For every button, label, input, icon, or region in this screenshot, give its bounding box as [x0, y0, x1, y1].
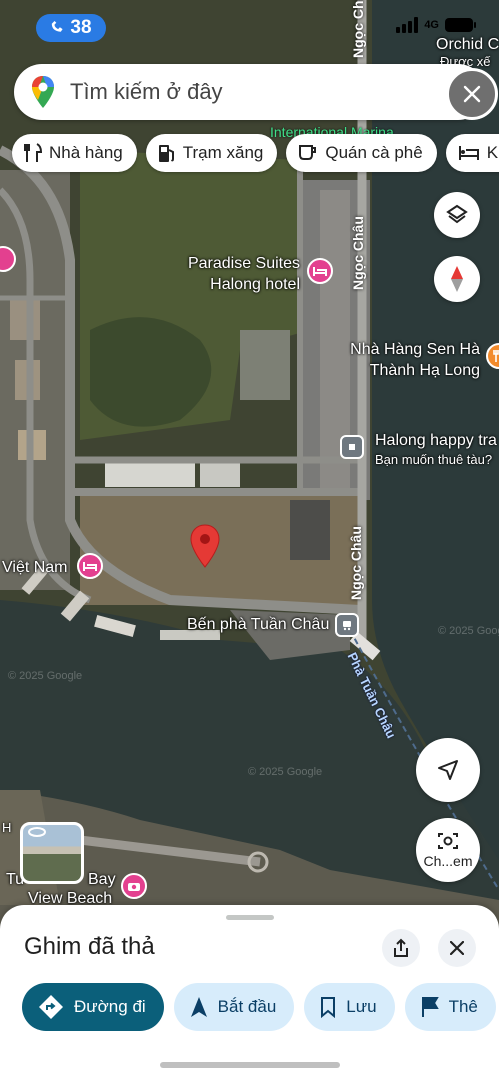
save-button[interactable]: Lưu: [304, 983, 395, 1031]
share-icon: [394, 938, 408, 957]
search-bar[interactable]: Tìm kiếm ở đây: [14, 64, 498, 120]
start-label: Bắt đầu: [217, 997, 277, 1016]
network-type: 4G: [424, 19, 439, 31]
map-label-h: H: [2, 820, 12, 835]
lens-label: Ch...em: [423, 853, 473, 869]
map-label-sen-line1: Nhà Hàng Sen Hà: [350, 341, 480, 358]
layers-button[interactable]: [434, 192, 480, 238]
chip-restaurants[interactable]: Nhà hàng: [12, 134, 137, 172]
directions-button[interactable]: Đường đi: [22, 983, 164, 1031]
home-indicator: [160, 1062, 340, 1068]
map-label-viet-nam: Việt Nam: [2, 559, 68, 576]
my-location-button[interactable]: [416, 738, 480, 802]
camera-poi-icon[interactable]: [121, 873, 147, 899]
search-input[interactable]: Tìm kiếm ở đây: [70, 79, 486, 105]
bottom-sheet[interactable]: Ghim đã thả Đường đi Bắt đầu Lưu Thê: [0, 905, 499, 1080]
compass-icon: [451, 266, 463, 292]
camera-lens-icon: [438, 833, 458, 849]
boat-poi-icon[interactable]: [340, 435, 364, 459]
close-search-button[interactable]: [446, 68, 498, 120]
hotel-poi-vietnam-icon[interactable]: [77, 553, 103, 579]
map-label-orchid: Orchid C: [436, 36, 499, 53]
close-sheet-button[interactable]: [438, 929, 476, 967]
close-icon: [450, 941, 464, 955]
map-label-happy-line2: Bạn muốn thuê tàu?: [375, 452, 493, 467]
directions-icon: [39, 995, 63, 1019]
add-label-button[interactable]: Thê: [404, 983, 496, 1031]
sheet-drag-handle[interactable]: [226, 915, 274, 920]
hotel-poi-icon[interactable]: [307, 258, 333, 284]
chip-label: Trạm xăng: [182, 143, 264, 162]
compass-button[interactable]: [434, 256, 480, 302]
map-label-paradise-line2: Halong hotel: [210, 276, 300, 293]
chip-label: Quán cà phê: [325, 143, 423, 162]
coffee-icon: [299, 145, 317, 160]
map-label-bay: Bay: [88, 871, 116, 888]
add-label-label: Thê: [448, 997, 478, 1016]
road-label-ngoc-chau-bottom: Ngọc Châu: [348, 526, 364, 600]
gas-station-icon: [158, 145, 174, 162]
street-view-thumbnail[interactable]: [20, 822, 84, 884]
google-maps-logo-icon: [30, 75, 56, 109]
dropped-pin-icon[interactable]: [190, 524, 220, 568]
save-label: Lưu: [346, 997, 377, 1016]
map-label-sen-line2: Thành Hạ Long: [369, 362, 480, 379]
chip-gas-stations[interactable]: Trạm xăng: [145, 134, 278, 172]
close-icon: [463, 85, 481, 103]
watermark-3: © 2025 Google: [438, 625, 499, 637]
layers-icon: [446, 204, 468, 224]
road-label-ngoc-chau-mid: Ngọc Châu: [350, 216, 366, 290]
chip-coffee[interactable]: Quán cà phê: [286, 134, 437, 172]
hotel-icon: [458, 146, 479, 160]
map-label-ben-pha: Bến phà Tuần Châu: [187, 616, 330, 633]
bookmark-icon: [321, 997, 336, 1018]
category-chips: Nhà hàng Trạm xăng Quán cà phê Kh: [12, 134, 499, 172]
map-label-happy-line1: Halong happy tra: [375, 432, 497, 449]
call-icon: [52, 21, 64, 32]
sheet-title: Ghim đã thả: [24, 933, 155, 960]
road-label-ngoc-chau-top: Ngọc Châu: [350, 0, 366, 58]
watermark-1: © 2025 Google: [8, 670, 83, 682]
map-label-paradise-line1: Paradise Suites: [187, 255, 300, 272]
chip-label: Kh: [486, 143, 499, 162]
navigation-icon: [190, 997, 207, 1017]
sheet-actions: Đường đi Bắt đầu Lưu Thê: [22, 983, 496, 1031]
chip-hotels[interactable]: Kh: [445, 134, 499, 172]
rotate-360-icon: [28, 827, 46, 837]
restaurant-icon: [24, 143, 42, 162]
flag-icon: [421, 997, 439, 1017]
battery-icon: [445, 18, 476, 32]
navigation-arrow-icon: [438, 760, 458, 780]
status-time-text: 38: [70, 17, 92, 38]
signal-icon: [396, 17, 419, 33]
directions-label: Đường đi: [74, 997, 146, 1016]
status-time: 38: [36, 14, 106, 42]
ferry-poi-icon[interactable]: [335, 613, 359, 637]
chip-label: Nhà hàng: [49, 143, 123, 162]
share-button[interactable]: [382, 929, 420, 967]
start-button[interactable]: Bắt đầu: [173, 983, 295, 1031]
lens-button[interactable]: Ch...em: [416, 818, 480, 882]
status-indicators: 4G: [396, 17, 476, 33]
watermark-2: © 2025 Google: [248, 766, 323, 778]
